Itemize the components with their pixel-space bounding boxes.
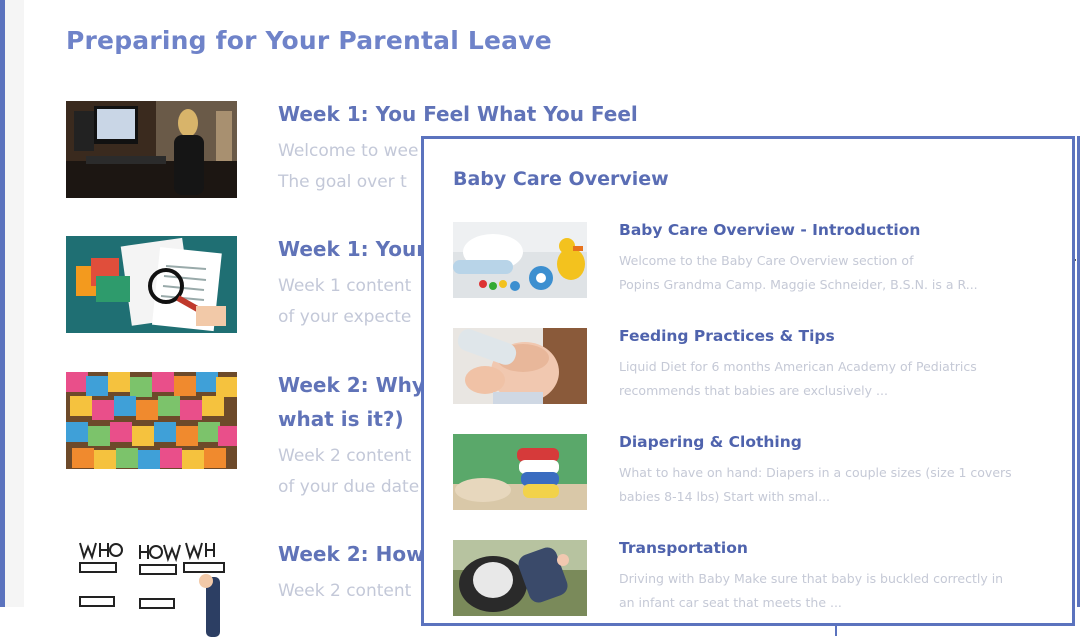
excerpt-line: Welcome to the Baby Care Overview sectio… (619, 253, 914, 268)
item-excerpt: Week 1 content (278, 276, 412, 296)
item-title[interactable]: Week 2: How (278, 537, 425, 571)
item-title[interactable]: Transportation (619, 539, 748, 557)
item-title[interactable]: Week 2: Why (278, 368, 425, 402)
right-blank-area (835, 0, 1080, 136)
excerpt-line: What to have on hand: Diapers in a coupl… (619, 465, 1012, 480)
left-gutter (5, 0, 24, 607)
item-excerpt: What to have on hand: Diapers in a coupl… (619, 461, 1012, 509)
item-excerpt: of your expecte (278, 307, 412, 327)
item-title[interactable]: Baby Care Overview - Introduction (619, 221, 920, 239)
item-excerpt: of your due date (278, 477, 420, 497)
excerpt-line: an infant car seat that meets the ... (619, 595, 842, 610)
item-title[interactable]: Feeding Practices & Tips (619, 327, 835, 345)
excerpt-line: Popins Grandma Camp. Maggie Schneider, B… (619, 277, 978, 292)
baby-bottle-photo[interactable] (453, 328, 587, 404)
item-excerpt: Liquid Diet for 6 months American Academ… (619, 355, 977, 403)
item-excerpt: Welcome to wee (278, 141, 419, 161)
excerpt-line: Driving with Baby Make sure that baby is… (619, 571, 1004, 586)
item-excerpt: Week 2 content (278, 446, 412, 466)
page-title: Preparing for Your Parental Leave (66, 26, 552, 55)
item-title[interactable]: Week 1: Your (278, 232, 426, 266)
cloth-diapers-photo[interactable] (453, 434, 587, 510)
item-title[interactable]: Diapering & Clothing (619, 433, 802, 451)
item-title[interactable]: Week 1: You Feel What You Feel (278, 97, 638, 131)
baby-care-panel: Baby Care Overview Baby Care Overview - … (421, 136, 1075, 626)
excerpt-line: babies 8-14 lbs) Start with smal... (619, 489, 831, 504)
who-how-what-sketch[interactable] (66, 541, 237, 638)
excerpt-line: recommends that babies are exclusively .… (619, 383, 888, 398)
sticky-notes-photo[interactable] (66, 372, 237, 469)
documents-magnifier-illustration[interactable] (66, 236, 237, 333)
item-excerpt: Welcome to the Baby Care Overview sectio… (619, 249, 978, 297)
item-excerpt: Driving with Baby Make sure that baby is… (619, 567, 1003, 615)
baby-items-photo[interactable] (453, 222, 587, 298)
woman-at-desk-photo[interactable] (66, 101, 237, 198)
item-title-continued[interactable]: what is it?) (278, 402, 404, 436)
excerpt-line: Liquid Diet for 6 months American Academ… (619, 359, 977, 374)
item-excerpt: The goal over t (278, 172, 407, 192)
panel-title: Baby Care Overview (453, 168, 669, 190)
car-seat-photo[interactable] (453, 540, 587, 616)
item-excerpt: Week 2 content (278, 581, 412, 601)
